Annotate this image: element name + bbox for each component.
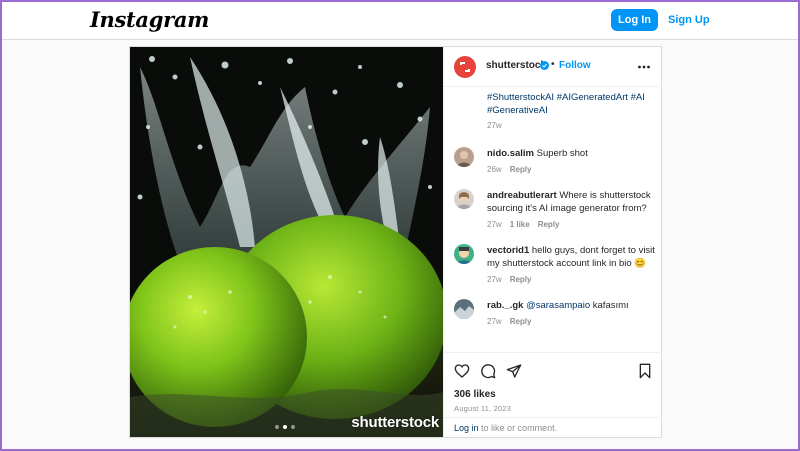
comment-meta: 27w 1 like Reply: [487, 220, 560, 229]
heart-icon[interactable]: [454, 363, 470, 379]
instagram-logo[interactable]: Instagram: [90, 7, 209, 32]
comment-time: 27w: [487, 220, 502, 229]
caption-timestamp: 27w: [487, 121, 502, 130]
user-avatar-image: [454, 189, 474, 209]
commenter-avatar[interactable]: [454, 299, 474, 319]
post-card: shutterstock shutterstock • Follow #Shut…: [129, 46, 662, 438]
login-prompt-text: to like or comment.: [481, 423, 558, 433]
verified-badge-icon: [540, 61, 549, 70]
likes-count[interactable]: 306 likes: [454, 389, 496, 400]
carousel-dot: [275, 425, 279, 429]
follow-button[interactable]: Follow: [559, 60, 591, 71]
commenter-avatar[interactable]: [454, 244, 474, 264]
login-button[interactable]: Log In: [611, 9, 658, 31]
comment-meta: 27w Reply: [487, 275, 531, 284]
comment-text: rab._.gk @sarasampaio kafasımı: [487, 299, 657, 312]
separator-dot: •: [551, 59, 555, 70]
comment-text: andreabutlerart Where is shutterstock so…: [487, 189, 657, 215]
login-prompt: Log in to like or comment.: [444, 417, 662, 437]
comment-text: nido.salim Superb shot: [487, 147, 657, 160]
comment-mention[interactable]: @sarasampaio: [526, 300, 590, 311]
comment-username[interactable]: rab._.gk: [487, 300, 523, 311]
carousel-indicator: [275, 425, 295, 429]
reply-button[interactable]: Reply: [510, 317, 532, 326]
reply-button[interactable]: Reply: [510, 275, 532, 284]
post-sidebar: shutterstock • Follow #ShutterstockAI #A…: [443, 47, 662, 437]
bookmark-icon[interactable]: [637, 363, 653, 379]
commenter-avatar[interactable]: [454, 147, 474, 167]
comment-username[interactable]: andreabutlerart: [487, 190, 557, 201]
comments-list[interactable]: #ShutterstockAI #AIGeneratedArt #AI #Gen…: [444, 87, 662, 352]
comment-icon[interactable]: [480, 363, 496, 379]
login-link[interactable]: Log in: [454, 423, 479, 433]
commenter-avatar[interactable]: [454, 189, 474, 209]
post-header: shutterstock • Follow: [444, 47, 662, 87]
comment-username[interactable]: vectorid1: [487, 245, 529, 256]
more-options-icon[interactable]: [637, 60, 651, 74]
limes-splash-illustration: [130, 47, 443, 437]
user-avatar-image: [454, 244, 474, 264]
image-watermark: shutterstock: [351, 414, 439, 431]
comment-body: kafasımı: [592, 300, 629, 311]
comment-body: Superb shot: [536, 148, 588, 159]
account-avatar[interactable]: [454, 56, 476, 78]
top-navigation-bar: Instagram Log In Sign Up: [0, 0, 800, 40]
comment-text: vectorid1 hello guys, dont forget to vis…: [487, 244, 657, 270]
post-caption-hashtags[interactable]: #ShutterstockAI #AIGeneratedArt #AI #Gen…: [487, 91, 657, 117]
comment-time: 26w: [487, 165, 502, 174]
account-username[interactable]: shutterstock: [486, 60, 546, 71]
carousel-dot: [291, 425, 295, 429]
carousel-dot-active: [283, 425, 287, 429]
comment-time: 27w: [487, 275, 502, 284]
comment-likes[interactable]: 1 like: [510, 220, 530, 229]
comment-username[interactable]: nido.salim: [487, 148, 534, 159]
signup-link[interactable]: Sign Up: [668, 9, 710, 31]
post-image[interactable]: shutterstock: [130, 47, 443, 437]
comment-time: 27w: [487, 317, 502, 326]
comment-meta: 26w Reply: [487, 165, 531, 174]
shutterstock-logo-icon: [460, 62, 470, 72]
user-avatar-image: [454, 147, 474, 167]
comment-meta: 27w Reply: [487, 317, 531, 326]
reply-button[interactable]: Reply: [510, 165, 532, 174]
reply-button[interactable]: Reply: [538, 220, 560, 229]
user-avatar-image: [454, 299, 474, 319]
post-date: August 11, 2023: [454, 404, 512, 413]
share-icon[interactable]: [506, 363, 522, 379]
